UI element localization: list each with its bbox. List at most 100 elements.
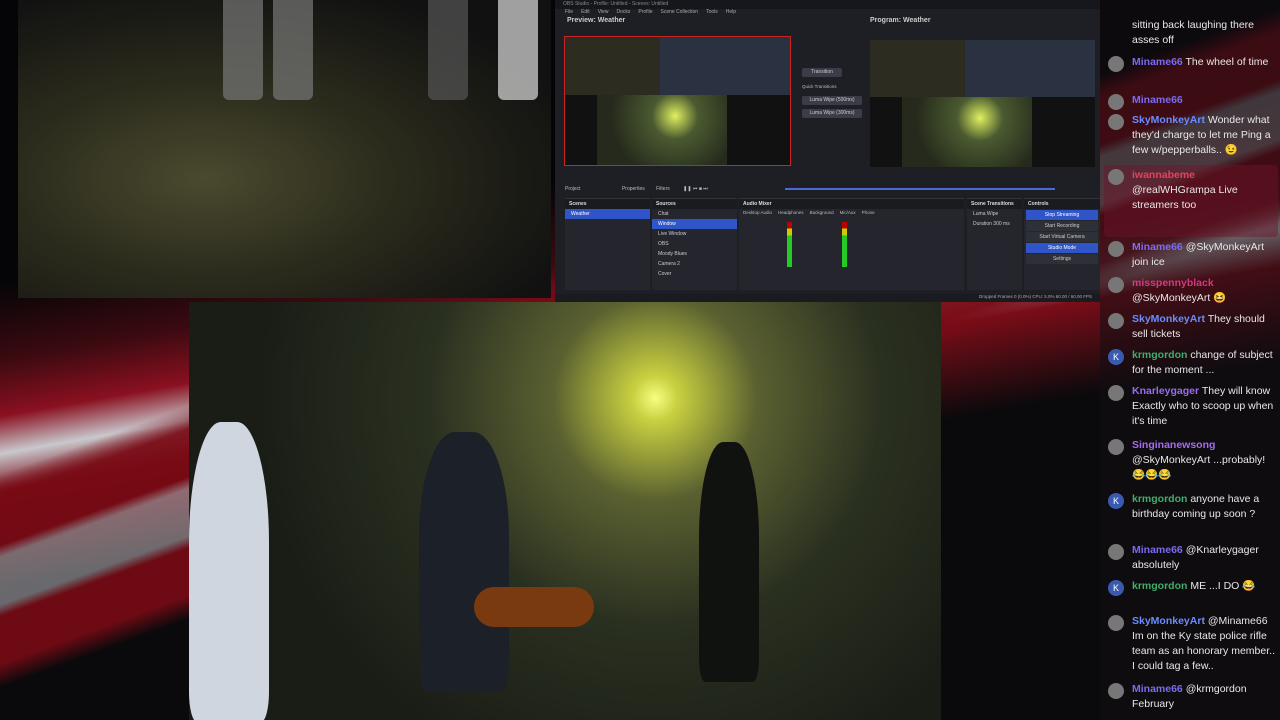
- source-item[interactable]: Moody Blues: [652, 249, 737, 259]
- media-seek-bar[interactable]: [785, 188, 1055, 190]
- chat-username[interactable]: SkyMonkeyArt: [1132, 313, 1205, 325]
- project-button[interactable]: Project: [565, 186, 581, 192]
- obs-window: OBS Studio - Profile: Untitled - Scenes:…: [555, 0, 1100, 302]
- avatar[interactable]: K: [1108, 349, 1124, 365]
- menu-profile[interactable]: Profile: [638, 9, 652, 17]
- audio-mixer-dock: Audio Mixer Desktop Audio Headphones Bac…: [739, 198, 964, 290]
- menu-bar: File Edit View Docks Profile Scene Colle…: [555, 9, 1100, 17]
- preview-label: Preview: Weather: [567, 17, 626, 24]
- properties-button[interactable]: Properties: [622, 186, 645, 192]
- preview-canvas[interactable]: [564, 36, 791, 166]
- chat-username[interactable]: Knarleygager: [1132, 385, 1199, 397]
- source-item[interactable]: Window: [652, 219, 737, 229]
- audio-meter: [787, 222, 792, 267]
- chat-message: SkyMonkeyArt @Miname66 Im on the Ky stat…: [1108, 614, 1276, 674]
- source-item[interactable]: Chat: [652, 209, 737, 219]
- chat-username[interactable]: krmgordon: [1132, 580, 1187, 592]
- avatar[interactable]: [1108, 385, 1124, 401]
- quick-transition-2[interactable]: Luma Wipe (300ms): [802, 109, 862, 118]
- chat-text: The wheel of time: [1185, 56, 1269, 68]
- avatar[interactable]: [1108, 241, 1124, 257]
- mixer-channel: Headphones: [778, 210, 804, 215]
- concert-video-feed: [189, 302, 941, 720]
- avatar[interactable]: [1108, 277, 1124, 293]
- chat-message: Miname66 @SkyMonkeyArt join ice: [1108, 240, 1276, 270]
- source-item[interactable]: Live Window: [652, 229, 737, 239]
- chat-message: Miname66 @Knarleygager absolutely: [1108, 543, 1276, 573]
- avatar[interactable]: [1108, 169, 1124, 185]
- chat-username[interactable]: Singinanewsong: [1132, 439, 1215, 451]
- source-item[interactable]: OBS: [652, 239, 737, 249]
- chat-username[interactable]: Miname66: [1132, 241, 1183, 253]
- menu-view[interactable]: View: [598, 9, 609, 17]
- chat-message: misspennyblack @SkyMonkeyArt 😆: [1108, 276, 1276, 306]
- avatar[interactable]: [1108, 56, 1124, 72]
- avatar[interactable]: [1108, 439, 1124, 455]
- menu-file[interactable]: File: [565, 9, 573, 17]
- chat-text: sitting back laughing there asses off: [1132, 19, 1254, 46]
- transition-select[interactable]: Luma Wipe: [967, 209, 1022, 219]
- audio-meter: [842, 222, 847, 267]
- duration-label: Duration: [973, 221, 992, 227]
- avatar[interactable]: K: [1108, 580, 1124, 596]
- chat-username[interactable]: Miname66: [1132, 683, 1183, 695]
- quick-transition-1[interactable]: Luma Wipe (500ms): [802, 96, 862, 105]
- chat-message: Miname66: [1108, 93, 1276, 110]
- scenes-header: Scenes: [565, 199, 650, 209]
- chat-message: Kkrmgordon change of subject for the mom…: [1108, 348, 1276, 378]
- scene-transitions-header: Scene Transitions: [967, 199, 1022, 209]
- source-item[interactable]: Cover: [652, 269, 737, 279]
- duration-input[interactable]: 300 ms: [993, 221, 1009, 227]
- scene-transitions-dock: Scene Transitions Luma Wipe Duration 300…: [967, 198, 1022, 290]
- mixer-channel: Phone: [861, 210, 875, 215]
- chat-message: Singinanewsong @SkyMonkeyArt ...probably…: [1108, 438, 1276, 483]
- chat-username[interactable]: krmgordon: [1132, 493, 1187, 505]
- status-bar: Dropped Frames 0 (0.0%) CPU: 5.0% 60.00 …: [555, 294, 1100, 302]
- chat-username[interactable]: Miname66: [1132, 56, 1183, 68]
- chat-username[interactable]: Miname66: [1132, 94, 1183, 106]
- media-controls[interactable]: ❚❚ ⏮ ■ ⏭: [683, 186, 708, 192]
- transition-button[interactable]: Transition: [802, 68, 842, 77]
- settings-button[interactable]: Settings: [1026, 254, 1098, 264]
- menu-help[interactable]: Help: [726, 9, 736, 17]
- program-label: Program: Weather: [870, 17, 931, 24]
- avatar[interactable]: [1108, 683, 1124, 699]
- filters-button[interactable]: Filters: [656, 186, 670, 192]
- studio-mode-button[interactable]: Studio Mode: [1026, 243, 1098, 253]
- start-recording-button[interactable]: Start Recording: [1026, 221, 1098, 231]
- scenes-dock: Scenes Weather: [565, 198, 650, 290]
- window-title: OBS Studio - Profile: Untitled - Scenes:…: [555, 0, 1100, 9]
- chat-username[interactable]: SkyMonkeyArt: [1132, 114, 1205, 126]
- controls-header: Controls: [1024, 199, 1100, 209]
- menu-tools[interactable]: Tools: [706, 9, 718, 17]
- stop-streaming-button[interactable]: Stop Streaming: [1026, 210, 1098, 220]
- menu-scene-collection[interactable]: Scene Collection: [661, 9, 699, 17]
- chat-message: sitting back laughing there asses off: [1132, 18, 1276, 48]
- chat-username[interactable]: SkyMonkeyArt: [1132, 615, 1205, 627]
- source-item[interactable]: Camera 2: [652, 259, 737, 269]
- avatar[interactable]: [1108, 313, 1124, 329]
- chat-username[interactable]: iwannabeme: [1132, 169, 1195, 181]
- chat-message: Miname66 @krmgordon February: [1108, 682, 1276, 712]
- avatar[interactable]: [1108, 615, 1124, 631]
- chat-message: iwannabeme @realWHGrampa Live streamers …: [1108, 168, 1276, 213]
- chat-message: Kkrmgordon ME ...I DO 😂: [1108, 579, 1276, 596]
- chat-text: @realWHGrampa Live streamers too: [1132, 184, 1238, 211]
- menu-docks[interactable]: Docks: [616, 9, 630, 17]
- mixer-channel: Background: [809, 210, 834, 215]
- start-virtual-camera-button[interactable]: Start Virtual Camera: [1026, 232, 1098, 242]
- chat-username[interactable]: Miname66: [1132, 544, 1183, 556]
- menu-edit[interactable]: Edit: [581, 9, 590, 17]
- avatar[interactable]: K: [1108, 493, 1124, 509]
- sources-header: Sources: [652, 199, 737, 209]
- avatar[interactable]: [1108, 114, 1124, 130]
- scene-item[interactable]: Weather: [565, 209, 650, 219]
- chat-username[interactable]: krmgordon: [1132, 349, 1187, 361]
- avatar[interactable]: [1108, 544, 1124, 560]
- toolbar: Project Properties Filters ❚❚ ⏮ ■ ⏭: [555, 183, 1100, 195]
- chat-panel: sitting back laughing there asses off Min…: [1100, 0, 1280, 720]
- chat-message: SkyMonkeyArt Wonder what they'd charge t…: [1108, 113, 1276, 158]
- chat-username[interactable]: misspennyblack: [1132, 277, 1214, 289]
- avatar[interactable]: [1108, 94, 1124, 110]
- quick-transitions-label: Quick Transitions: [802, 84, 837, 89]
